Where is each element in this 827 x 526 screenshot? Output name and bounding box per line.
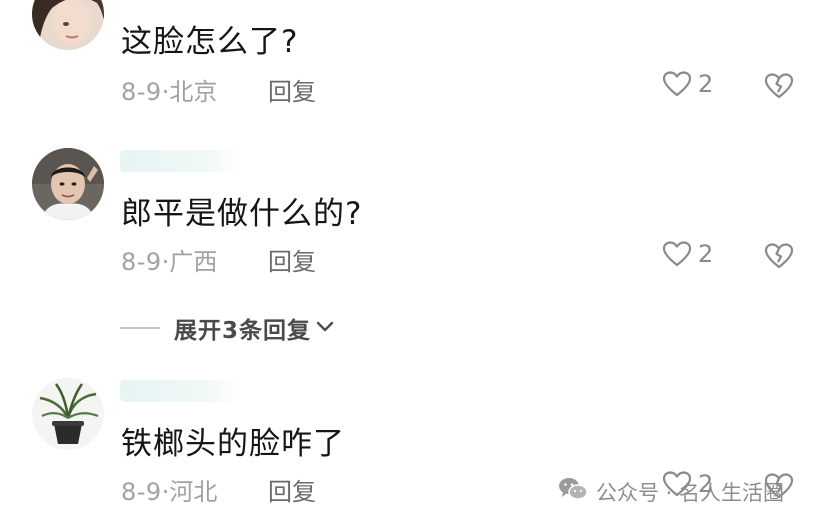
like-button[interactable]: 2 [662,70,713,98]
comment-text: 铁榔头的脸咋了 [121,426,345,462]
watermark: 公众号 · 名人生活圈 [558,476,784,507]
reply-button[interactable]: 回复 [268,472,316,507]
dislike-button[interactable] [764,242,794,274]
divider-line [120,327,160,329]
like-count: 2 [698,240,714,268]
like-button[interactable]: 2 [662,240,713,268]
comment-date: 8-9 [121,248,162,276]
reply-button[interactable]: 回复 [268,242,316,277]
avatar[interactable] [32,0,104,50]
expand-replies-label: 展开3条回复 [174,318,312,344]
avatar[interactable] [32,148,104,220]
username-redacted [120,380,240,402]
comment-date: 8-9 [121,478,162,506]
broken-heart-icon [764,243,794,274]
avatar[interactable] [32,378,104,450]
comment-meta: 8-9·河北 [121,472,217,507]
watermark-text: 公众号 · 名人生活圈 [596,480,785,505]
comment-text: 这脸怎么了? [121,24,299,60]
comment-location: 北京 [169,78,218,106]
broken-heart-icon [764,73,794,104]
comment-meta: 8-9·广西 [121,242,217,277]
expand-replies-button[interactable]: 展开3条回复 [120,311,335,345]
heart-outline-icon [662,240,692,268]
wechat-icon [558,476,596,507]
username-redacted [120,150,240,172]
reply-button[interactable]: 回复 [268,72,316,107]
like-count: 2 [698,70,714,98]
dislike-button[interactable] [764,72,794,104]
heart-outline-icon [662,70,692,98]
comment-date: 8-9 [121,78,162,106]
chevron-down-icon [315,319,335,338]
comment-location: 河北 [169,478,218,506]
comment-meta: 8-9·北京 [121,72,217,107]
comment-text: 郎平是做什么的? [121,196,363,232]
comment-location: 广西 [169,248,218,276]
